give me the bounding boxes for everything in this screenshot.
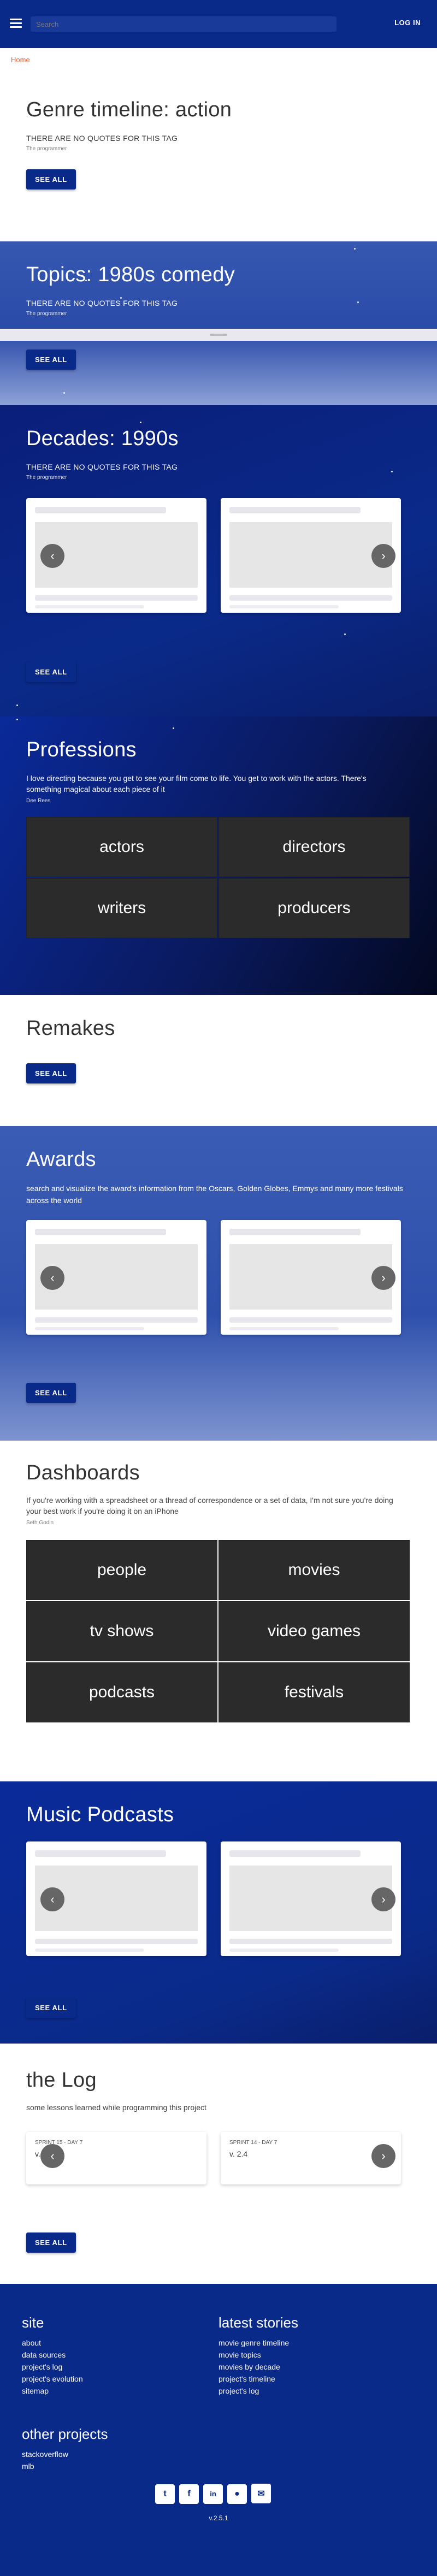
- separator-bar: [0, 329, 437, 341]
- section-description: some lessons learned while programming t…: [26, 2103, 206, 2112]
- section-title: Professions: [26, 738, 137, 761]
- dashboard-tile[interactable]: video games: [218, 1601, 410, 1661]
- section-description: search and visualize the award's informa…: [26, 1184, 403, 1205]
- search-input[interactable]: [31, 16, 336, 32]
- carousel-prev-button[interactable]: ‹: [40, 1266, 64, 1290]
- carousel-next-button[interactable]: ›: [371, 544, 395, 568]
- github-icon[interactable]: ●: [227, 2484, 247, 2504]
- section-title: Awards: [26, 1148, 96, 1171]
- login-button[interactable]: LOG IN: [394, 19, 421, 27]
- see-all-button[interactable]: SEE ALL: [26, 2232, 76, 2253]
- footer-link[interactable]: data sources: [22, 2349, 83, 2361]
- section-title: Dashboards: [26, 1461, 140, 1484]
- section-title: Topics: 1980s comedy: [26, 263, 235, 286]
- linkedin-icon[interactable]: in: [203, 2484, 223, 2504]
- quote-text: THERE ARE NO QUOTES FOR THIS TAG: [26, 134, 178, 143]
- footer-heading: site: [22, 2314, 44, 2331]
- menu-icon[interactable]: [10, 19, 22, 28]
- topics-section: Topics: 1980s comedy THERE ARE NO QUOTES…: [0, 241, 437, 405]
- email-icon[interactable]: ✉: [251, 2484, 271, 2503]
- see-all-button[interactable]: SEE ALL: [26, 1383, 76, 1403]
- quote-text: If you're working with a spreadsheet or …: [26, 1496, 393, 1515]
- quote-author: The programmer: [26, 475, 67, 481]
- carousel-prev-button[interactable]: ‹: [40, 1887, 64, 1911]
- section-title: the Log: [26, 2069, 97, 2092]
- footer-link[interactable]: project's log: [218, 2385, 298, 2397]
- quote-author: The programmer: [26, 146, 67, 152]
- quote-text: I love directing because you get to see …: [26, 774, 367, 793]
- quote-author: Dee Rees: [26, 798, 51, 804]
- footer-link[interactable]: sitemap: [22, 2385, 83, 2397]
- decades-section: Decades: 1990s THERE ARE NO QUOTES FOR T…: [0, 405, 437, 716]
- quote-text: THERE ARE NO QUOTES FOR THIS TAG: [26, 463, 178, 471]
- footer-link[interactable]: project's evolution: [22, 2373, 83, 2385]
- see-all-button[interactable]: SEE ALL: [26, 1998, 76, 2018]
- section-title: Music Podcasts: [26, 1803, 174, 1826]
- dashboard-tile[interactable]: festivals: [218, 1662, 410, 1722]
- carousel-next-button[interactable]: ›: [371, 1887, 395, 1911]
- facebook-icon[interactable]: f: [179, 2484, 199, 2504]
- footer-stories-column: latest stories movie genre timeline movi…: [218, 2314, 298, 2397]
- footer-link[interactable]: movie genre timeline: [218, 2337, 298, 2349]
- genre-timeline-section: Genre timeline: action THERE ARE NO QUOT…: [0, 76, 437, 241]
- version-label: v.2.5.1: [209, 2514, 228, 2522]
- log-sprint: SPRINT 15 - DAY 7: [35, 2140, 83, 2146]
- music-podcasts-section: Music Podcasts ‹ › SEE ALL: [0, 1781, 437, 2044]
- dashboard-tile[interactable]: tv shows: [26, 1601, 217, 1661]
- see-all-button[interactable]: SEE ALL: [26, 1063, 76, 1083]
- footer-link[interactable]: project's log: [22, 2361, 83, 2373]
- see-all-button[interactable]: SEE ALL: [26, 350, 76, 370]
- section-title: Decades: 1990s: [26, 427, 179, 450]
- top-app-bar: LOG IN: [0, 0, 437, 48]
- profession-tile[interactable]: directors: [218, 817, 410, 877]
- remakes-section: Remakes SEE ALL: [0, 995, 437, 1126]
- see-all-button[interactable]: SEE ALL: [26, 169, 76, 190]
- social-icons: t f in ● ✉: [155, 2484, 275, 2504]
- dashboard-tile[interactable]: podcasts: [26, 1662, 217, 1722]
- section-title: Remakes: [26, 1017, 115, 1040]
- footer-heading: other projects: [22, 2426, 108, 2442]
- footer-other-projects: other projects stackoverflow mlb: [22, 2426, 108, 2472]
- quote-author: Seth Godin: [26, 1520, 54, 1526]
- log-section: the Log some lessons learned while progr…: [0, 2044, 437, 2284]
- footer: site about data sources project's log pr…: [0, 2284, 437, 2576]
- dashboard-tile[interactable]: people: [26, 1540, 217, 1600]
- carousel-next-button[interactable]: ›: [371, 2144, 395, 2168]
- search-box[interactable]: [31, 16, 336, 32]
- profession-tile[interactable]: writers: [26, 878, 217, 938]
- footer-link[interactable]: stackoverflow: [22, 2448, 108, 2460]
- footer-link[interactable]: mlb: [22, 2460, 108, 2472]
- carousel-prev-button[interactable]: ‹: [40, 2144, 64, 2168]
- drag-handle[interactable]: [210, 334, 227, 336]
- profession-tile[interactable]: actors: [26, 817, 217, 877]
- carousel-next-button[interactable]: ›: [371, 1266, 395, 1290]
- quote-author: The programmer: [26, 311, 67, 317]
- footer-link[interactable]: movie topics: [218, 2349, 298, 2361]
- profession-tile[interactable]: producers: [218, 878, 410, 938]
- awards-section: Awards search and visualize the award's …: [0, 1126, 437, 1441]
- footer-link[interactable]: project's timeline: [218, 2373, 298, 2385]
- section-title: Genre timeline: action: [26, 98, 232, 121]
- footer-site-column: site about data sources project's log pr…: [22, 2314, 83, 2397]
- carousel-prev-button[interactable]: ‹: [40, 544, 64, 568]
- see-all-button[interactable]: SEE ALL: [26, 662, 76, 682]
- quote-text: THERE ARE NO QUOTES FOR THIS TAG: [26, 299, 178, 307]
- footer-link[interactable]: movies by decade: [218, 2361, 298, 2373]
- log-version: v. 2.4: [229, 2149, 248, 2158]
- footer-link[interactable]: about: [22, 2337, 83, 2349]
- log-sprint: SPRINT 14 - DAY 7: [229, 2140, 277, 2146]
- footer-heading: latest stories: [218, 2314, 298, 2331]
- dashboard-tile[interactable]: movies: [218, 1540, 410, 1600]
- dashboards-section: Dashboards If you're working with a spre…: [0, 1441, 437, 1781]
- twitter-icon[interactable]: t: [155, 2484, 175, 2504]
- breadcrumb-home[interactable]: Home: [11, 56, 30, 64]
- professions-section: Professions I love directing because you…: [0, 716, 437, 995]
